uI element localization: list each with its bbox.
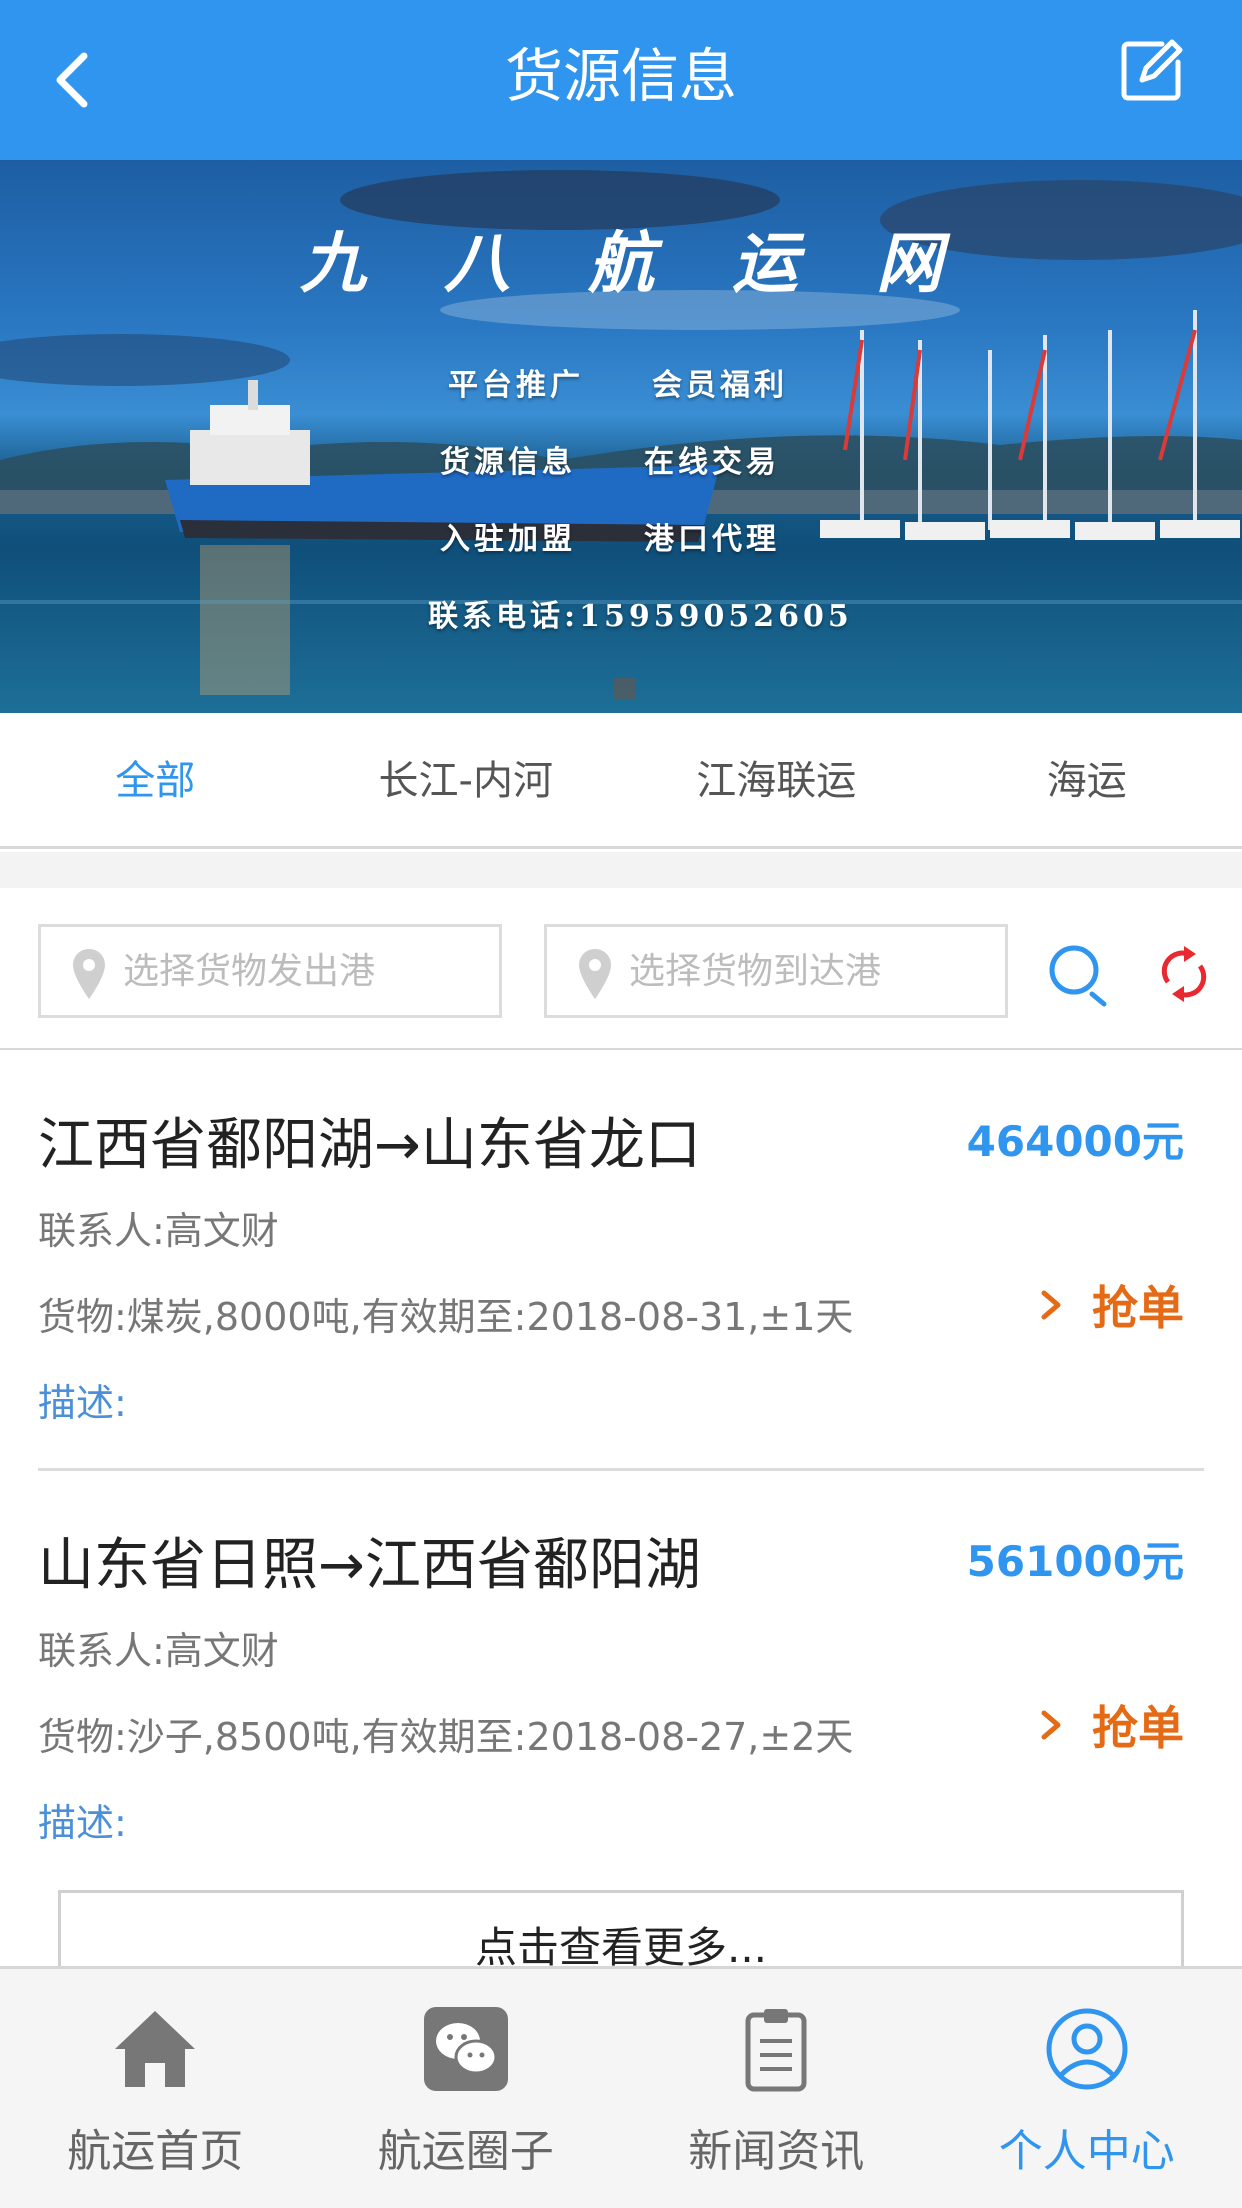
arrival-port-field[interactable]: [544, 924, 1008, 1018]
cargo-contact: 联系人:高文财: [38, 1629, 279, 1673]
banner-phone: 联系电话:15959052605: [428, 599, 853, 634]
search-icon[interactable]: [1046, 942, 1112, 1008]
grab-order-button[interactable]: 抢单: [1038, 1692, 1184, 1758]
nav-home[interactable]: 航运首页: [0, 1969, 311, 2208]
cargo-contact: 联系人:高文财: [38, 1209, 279, 1253]
cargo-goods: 货物:煤炭,8000吨,有效期至:2018-08-31,±1天: [38, 1295, 854, 1339]
nav-circle[interactable]: 航运圈子: [311, 1969, 622, 2208]
tab-yangtze-inland[interactable]: 长江-内河: [311, 713, 622, 846]
cargo-goods: 货物:沙子,8500吨,有效期至:2018-08-27,±2天: [38, 1715, 854, 1759]
cargo-price: 561000元: [966, 1537, 1184, 1586]
banner-line-3: 入驻加盟 港口代理: [440, 522, 780, 557]
category-tabs: 全部 长江-内河 江海联运 海运: [0, 713, 1242, 849]
grab-order-button[interactable]: 抢单: [1038, 1272, 1184, 1338]
promo-banner[interactable]: 九八航运网 平台推广 会员福利 货源信息 在线交易 入驻加盟 港口代理 联系电话…: [0, 160, 1242, 713]
nav-home-label: 航运首页: [67, 2126, 244, 2177]
edit-icon[interactable]: [1118, 36, 1186, 104]
location-pin-icon: [73, 949, 105, 999]
page-title: 货源信息: [504, 42, 737, 110]
nav-circle-label: 航运圈子: [377, 2126, 554, 2177]
refresh-icon[interactable]: [1158, 944, 1210, 1004]
port-search-bar: [0, 888, 1242, 1050]
list-divider: [38, 1468, 1204, 1471]
departure-port-input[interactable]: [123, 927, 493, 1015]
top-bar: 货源信息: [0, 0, 1242, 160]
carousel-indicator[interactable]: [614, 678, 636, 700]
nav-news-label: 新闻资讯: [688, 2126, 865, 2177]
grab-order-label: 抢单: [1092, 1281, 1184, 1335]
cargo-route: 山东省日照→江西省鄱阳湖: [38, 1533, 701, 1598]
cargo-description: 描述:: [38, 1381, 127, 1425]
tab-ocean[interactable]: 海运: [932, 713, 1242, 846]
nav-news[interactable]: 新闻资讯: [621, 1969, 932, 2208]
clipboard-icon: [745, 2009, 807, 2092]
chevron-right-icon: [1041, 1290, 1061, 1320]
wechat-icon: [423, 2007, 508, 2091]
cargo-item[interactable]: 山东省日照→江西省鄱阳湖 561000元 联系人:高文财 货物:沙子,8500吨…: [38, 1520, 1204, 1845]
home-icon: [115, 2011, 196, 2087]
cargo-route: 江西省鄱阳湖→山东省龙口: [38, 1113, 701, 1178]
user-icon: [1046, 2008, 1128, 2090]
nav-profile-label: 个人中心: [998, 2126, 1175, 2177]
section-gap: [0, 852, 1242, 888]
grab-order-label: 抢单: [1092, 1701, 1184, 1755]
banner-line-2: 货源信息 在线交易: [440, 445, 780, 480]
tab-all[interactable]: 全部: [0, 713, 311, 846]
chevron-right-icon: [1041, 1710, 1061, 1740]
cargo-item[interactable]: 江西省鄱阳湖→山东省龙口 464000元 联系人:高文财 货物:煤炭,8000吨…: [38, 1100, 1204, 1425]
departure-port-field[interactable]: [38, 924, 502, 1018]
nav-profile[interactable]: 个人中心: [932, 1969, 1242, 2208]
banner-line-1: 平台推广 会员福利: [448, 368, 788, 403]
bottom-navigation: 航运首页 航运圈子 新闻资讯 个人中心: [0, 1966, 1242, 2208]
cargo-price: 464000元: [966, 1117, 1184, 1166]
arrival-port-input[interactable]: [629, 927, 999, 1015]
banner-brand: 九八航运网: [300, 224, 1020, 302]
location-pin-icon: [579, 949, 611, 999]
tab-river-sea[interactable]: 江海联运: [621, 713, 932, 846]
cargo-description: 描述:: [38, 1801, 127, 1845]
